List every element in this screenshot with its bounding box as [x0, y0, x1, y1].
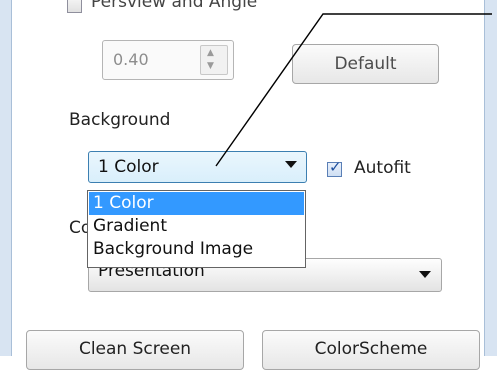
background-options-list[interactable]: 1 Color Gradient Background Image [87, 190, 306, 268]
background-option-background-image[interactable]: Background Image [89, 238, 304, 261]
clear-screen-button[interactable]: Clean Screen [26, 330, 244, 370]
chevron-down-icon[interactable] [419, 271, 431, 278]
perspective-spin-buttons[interactable]: ▲ ▼ [200, 45, 228, 75]
settings-panel: Persview and Angle 0.40 ▲ ▼ Default Back… [0, 0, 497, 370]
background-selected-value: 1 Color [98, 157, 159, 177]
right-window-frame [484, 0, 497, 356]
autofit-checkbox[interactable]: ✓ [327, 158, 342, 177]
chevron-down-icon[interactable] [285, 161, 297, 168]
background-label: Background [69, 110, 171, 130]
callout-polyline [215, 13, 492, 167]
background-option-1-color[interactable]: 1 Color [89, 192, 304, 215]
spin-down-icon[interactable]: ▼ [207, 62, 214, 71]
spin-up-icon[interactable]: ▲ [207, 49, 214, 58]
background-option-gradient[interactable]: Gradient [89, 215, 304, 238]
perspective-label: Persview and Angle [91, 0, 258, 12]
background-select[interactable]: 1 Color [88, 151, 307, 183]
default-button[interactable]: Default [292, 44, 439, 84]
checkmark-icon: ✓ [329, 158, 342, 176]
perspective-value: 0.40 [113, 50, 149, 69]
left-window-frame [0, 0, 12, 356]
perspective-value-field[interactable]: 0.40 ▲ ▼ [102, 40, 234, 80]
perspective-checkbox[interactable] [67, 0, 82, 13]
autofit-label: Autofit [354, 158, 411, 178]
color-scheme-button[interactable]: ColorScheme [262, 330, 480, 370]
